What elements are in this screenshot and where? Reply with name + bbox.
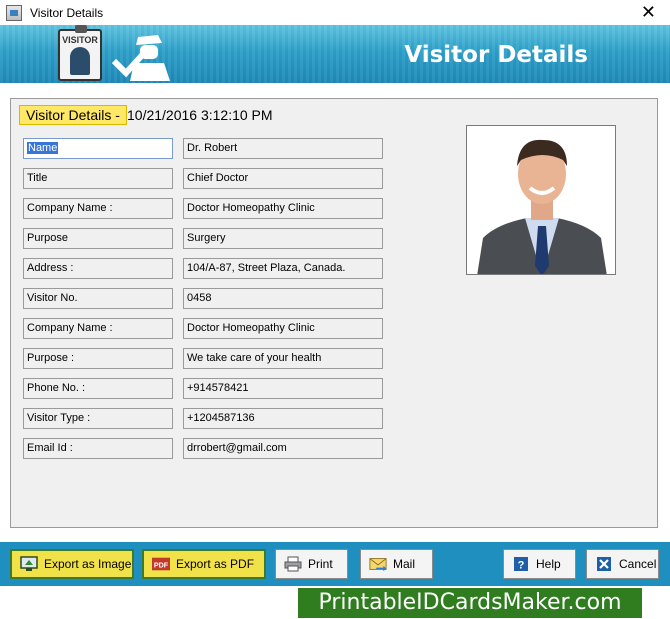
visitor-details-window: Visitor Details ✕ VISITOR Visitor Detail… — [0, 0, 670, 619]
export-as-image-label: Export as Image — [44, 557, 132, 571]
details-header-label: Visitor Details - — [19, 105, 127, 125]
monitor-export-icon — [20, 555, 38, 573]
person-photo-icon — [467, 126, 615, 274]
company-name-2-value[interactable]: Doctor Homeopathy Clinic — [183, 318, 383, 339]
security-officer-icon — [111, 35, 170, 81]
email-id-value[interactable]: drrobert@gmail.com — [183, 438, 383, 459]
app-icon — [6, 4, 22, 21]
name-label[interactable]: Name — [23, 138, 173, 159]
visitor-photo — [466, 125, 616, 275]
details-datetime: 10/21/2016 3:12:10 PM — [127, 107, 273, 123]
cancel-label: Cancel — [619, 557, 657, 571]
export-as-pdf-label: Export as PDF — [176, 557, 255, 571]
close-icon[interactable]: ✕ — [641, 2, 656, 22]
phone-no-label: Phone No. : — [23, 378, 173, 399]
svg-text:?: ? — [518, 560, 525, 572]
cancel-button[interactable]: Cancel — [586, 549, 659, 579]
address-value[interactable]: 104/A-87, Street Plaza, Canada. — [183, 258, 383, 279]
company-name-label: Company Name : — [23, 198, 173, 219]
company-name-value[interactable]: Doctor Homeopathy Clinic — [183, 198, 383, 219]
purpose-2-value[interactable]: We take care of your health — [183, 348, 383, 369]
email-id-label: Email Id : — [23, 438, 173, 459]
pdf-icon: PDF — [152, 555, 170, 573]
purpose-value[interactable]: Surgery — [183, 228, 383, 249]
svg-text:PDF: PDF — [154, 561, 169, 570]
print-label: Print — [308, 557, 333, 571]
mail-label: Mail — [393, 557, 416, 571]
visitor-type-label: Visitor Type : — [23, 408, 173, 429]
visitor-no-label: Visitor No. — [23, 288, 173, 309]
company-name-2-label: Company Name : — [23, 318, 173, 339]
help-label: Help — [536, 557, 561, 571]
title-label: Title — [23, 168, 173, 189]
visitor-no-value[interactable]: 0458 — [183, 288, 383, 309]
details-panel: Visitor Details - 10/21/2016 3:12:10 PM … — [10, 98, 658, 528]
envelope-icon — [369, 555, 387, 573]
title-value[interactable]: Chief Doctor — [183, 168, 383, 189]
name-value[interactable]: Dr. Robert — [183, 138, 383, 159]
export-as-pdf-button[interactable]: PDF Export as PDF — [142, 549, 266, 579]
visitor-badge-icon: VISITOR — [58, 25, 102, 81]
cancel-icon — [595, 555, 613, 573]
phone-no-value[interactable]: +914578421 — [183, 378, 383, 399]
window-title: Visitor Details — [30, 5, 104, 20]
export-as-image-button[interactable]: Export as Image — [10, 549, 134, 579]
purpose-label: Purpose — [23, 228, 173, 249]
address-label: Address : — [23, 258, 173, 279]
banner-title: Visitor Details — [404, 42, 588, 68]
mail-button[interactable]: Mail — [360, 549, 433, 579]
title-bar: Visitor Details ✕ — [0, 0, 670, 25]
help-icon: ? — [512, 555, 530, 573]
printer-icon — [284, 555, 302, 573]
banner: VISITOR Visitor Details — [0, 25, 670, 83]
help-button[interactable]: ? Help — [503, 549, 576, 579]
badge-text: VISITOR — [62, 35, 98, 45]
visitor-type-value[interactable]: +1204587136 — [183, 408, 383, 429]
button-bar: Export as Image PDF Export as PDF Print … — [0, 542, 670, 586]
purpose-2-label: Purpose : — [23, 348, 173, 369]
brand-watermark: PrintableIDCardsMaker.com — [298, 588, 642, 618]
print-button[interactable]: Print — [275, 549, 348, 579]
